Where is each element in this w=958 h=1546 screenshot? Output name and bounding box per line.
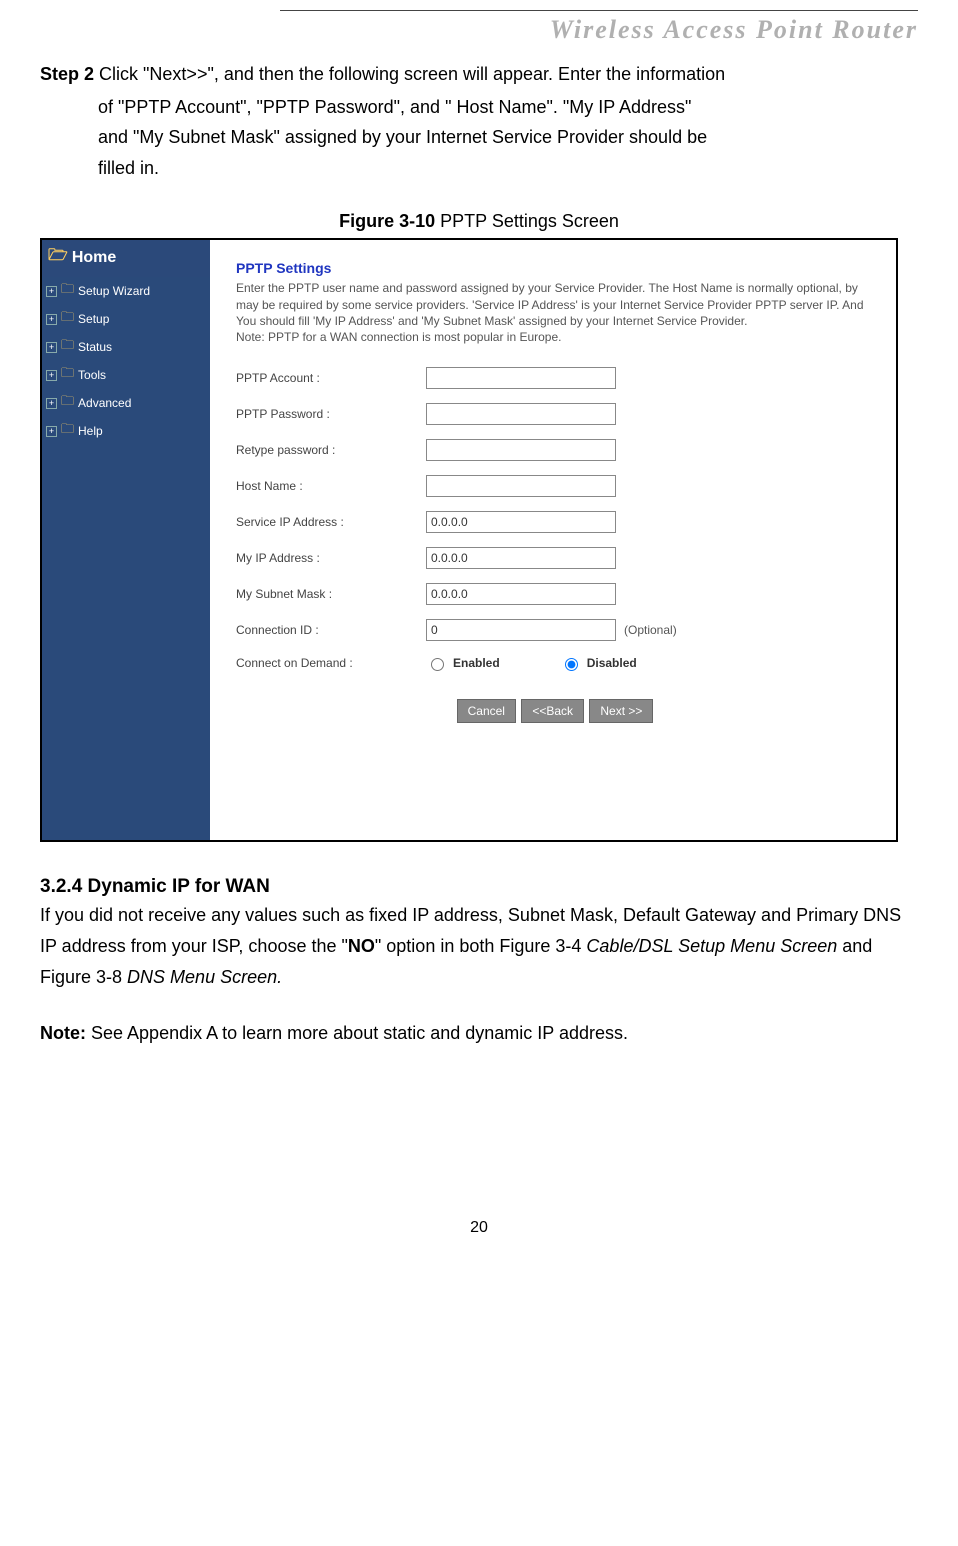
folder-open-icon: 🗁	[48, 244, 68, 271]
settings-title: PPTP Settings	[236, 260, 874, 276]
note-paragraph: Note: See Appendix A to learn more about…	[40, 1018, 918, 1049]
radio-disabled-input[interactable]	[565, 658, 578, 671]
section-title: 3.2.4 Dynamic IP for WAN	[40, 876, 918, 898]
input-pptp-account[interactable]	[426, 367, 616, 389]
label-retype-password: Retype password :	[236, 443, 426, 457]
sidebar-home-label: Home	[72, 249, 116, 267]
row-my-ip: My IP Address :	[236, 547, 874, 569]
note-text: See Appendix A to learn more about stati…	[86, 1023, 628, 1043]
label-pptp-password: PPTP Password :	[236, 407, 426, 421]
label-my-subnet: My Subnet Mask :	[236, 587, 426, 601]
radio-enabled-label: Enabled	[453, 656, 500, 670]
row-pptp-password: PPTP Password :	[236, 403, 874, 425]
input-connection-id[interactable]	[426, 619, 616, 641]
row-pptp-account: PPTP Account :	[236, 367, 874, 389]
sidebar-home[interactable]: 🗁 Home	[42, 240, 210, 277]
radio-enabled[interactable]: Enabled	[426, 655, 500, 671]
folder-icon: 🗀	[61, 336, 74, 358]
button-bar: Cancel <<Back Next >>	[236, 699, 874, 723]
plus-icon: +	[46, 342, 57, 353]
cancel-button[interactable]: Cancel	[457, 699, 516, 723]
input-my-ip[interactable]	[426, 547, 616, 569]
label-connect-demand: Connect on Demand :	[236, 656, 426, 670]
input-my-subnet[interactable]	[426, 583, 616, 605]
settings-description: Enter the PPTP user name and password as…	[236, 280, 874, 345]
step-body: of "PPTP Account", "PPTP Password", and …	[98, 92, 918, 184]
folder-icon: 🗀	[61, 308, 74, 330]
page-number: 20	[40, 1219, 918, 1237]
section-p1b: NO	[348, 936, 375, 956]
step-label: Step 2	[40, 64, 94, 84]
back-button[interactable]: <<Back	[521, 699, 584, 723]
plus-icon: +	[46, 370, 57, 381]
sidebar-item-advanced[interactable]: + 🗀 Advanced	[42, 389, 210, 417]
label-service-ip: Service IP Address :	[236, 515, 426, 529]
row-retype-password: Retype password :	[236, 439, 874, 461]
input-pptp-password[interactable]	[426, 403, 616, 425]
figure-caption: Figure 3-10 PPTP Settings Screen	[40, 211, 918, 232]
row-my-subnet: My Subnet Mask :	[236, 583, 874, 605]
label-connection-id: Connection ID :	[236, 623, 426, 637]
sidebar-item-label: Help	[78, 424, 103, 438]
sidebar-item-label: Setup	[78, 312, 109, 326]
section-p1f: DNS Menu Screen.	[127, 967, 282, 987]
connection-id-suffix: (Optional)	[624, 623, 677, 637]
section-p1c: " option in both Figure 3-4	[375, 936, 587, 956]
step-text-2: of "PPTP Account", "PPTP Password", and …	[98, 92, 918, 123]
folder-icon: 🗀	[61, 420, 74, 442]
section-p1d: Cable/DSL Setup Menu Screen	[586, 936, 837, 956]
sidebar-item-help[interactable]: + 🗀 Help	[42, 417, 210, 445]
sidebar-item-label: Tools	[78, 368, 106, 382]
plus-icon: +	[46, 426, 57, 437]
plus-icon: +	[46, 398, 57, 409]
next-button[interactable]: Next >>	[589, 699, 653, 723]
step-text-4: filled in.	[98, 153, 918, 184]
input-host-name[interactable]	[426, 475, 616, 497]
figure-text: PPTP Settings Screen	[435, 211, 619, 231]
figure-number: Figure 3-10	[339, 211, 435, 231]
sidebar-item-tools[interactable]: + 🗀 Tools	[42, 361, 210, 389]
input-service-ip[interactable]	[426, 511, 616, 533]
radio-enabled-input[interactable]	[431, 658, 444, 671]
label-pptp-account: PPTP Account :	[236, 371, 426, 385]
row-connection-id: Connection ID : (Optional)	[236, 619, 874, 641]
section-paragraph: If you did not receive any values such a…	[40, 900, 918, 992]
input-retype-password[interactable]	[426, 439, 616, 461]
plus-icon: +	[46, 286, 57, 297]
sidebar-item-label: Advanced	[78, 396, 131, 410]
content-panel: PPTP Settings Enter the PPTP user name a…	[210, 240, 896, 840]
sidebar-item-status[interactable]: + 🗀 Status	[42, 333, 210, 361]
step-text-3: and "My Subnet Mask" assigned by your In…	[98, 122, 918, 153]
sidebar: 🗁 Home + 🗀 Setup Wizard + 🗀 Setup + 🗀 St…	[42, 240, 210, 840]
step-line-1: Step 2 Click "Next>>", and then the foll…	[40, 59, 918, 90]
row-service-ip: Service IP Address :	[236, 511, 874, 533]
step-text-1: Click "Next>>", and then the following s…	[94, 64, 725, 84]
sidebar-item-setup-wizard[interactable]: + 🗀 Setup Wizard	[42, 277, 210, 305]
sidebar-item-label: Setup Wizard	[78, 284, 150, 298]
header-title: Wireless Access Point Router	[40, 15, 918, 45]
sidebar-item-label: Status	[78, 340, 112, 354]
plus-icon: +	[46, 314, 57, 325]
radio-disabled-label: Disabled	[587, 656, 637, 670]
folder-icon: 🗀	[61, 392, 74, 414]
folder-icon: 🗀	[61, 280, 74, 302]
radio-disabled[interactable]: Disabled	[560, 655, 637, 671]
label-host-name: Host Name :	[236, 479, 426, 493]
folder-icon: 🗀	[61, 364, 74, 386]
row-connect-demand: Connect on Demand : Enabled Disabled	[236, 655, 874, 671]
header-rule	[280, 10, 918, 11]
sidebar-item-setup[interactable]: + 🗀 Setup	[42, 305, 210, 333]
label-my-ip: My IP Address :	[236, 551, 426, 565]
row-host-name: Host Name :	[236, 475, 874, 497]
note-label: Note:	[40, 1023, 86, 1043]
screenshot-frame: 🗁 Home + 🗀 Setup Wizard + 🗀 Setup + 🗀 St…	[40, 238, 898, 842]
